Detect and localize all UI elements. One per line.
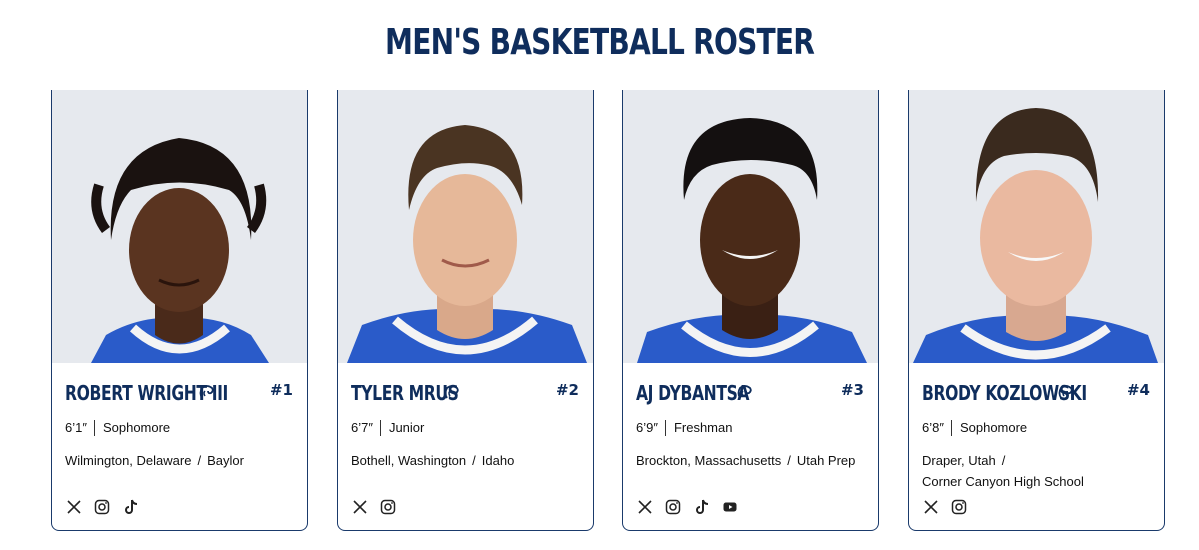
player-height: 6’1″ (65, 420, 87, 435)
nil-icon[interactable] (1057, 384, 1075, 402)
player-class: Freshman (673, 420, 733, 435)
player-hometown: Wilmington, Delaware (65, 453, 192, 468)
x-icon[interactable] (636, 498, 654, 516)
tiktok-icon[interactable] (122, 498, 140, 516)
social-links (65, 498, 146, 516)
instagram-icon[interactable] (664, 498, 682, 516)
player-origin: Draper, Utah / Corner Canyon High School (922, 453, 1084, 489)
player-card[interactable]: AJ DYBANTSA #3 6’9″ Freshman Brockton, Ma… (622, 90, 879, 531)
player-photo[interactable] (52, 90, 307, 363)
instagram-icon[interactable] (93, 498, 111, 516)
jersey-number: #4 (1126, 381, 1150, 399)
tiktok-icon[interactable] (693, 498, 711, 516)
jersey-number: #2 (555, 381, 579, 399)
player-origin: Wilmington, Delaware / Baylor (65, 453, 244, 468)
jersey-number: #3 (840, 381, 864, 399)
nil-icon[interactable] (443, 384, 461, 402)
player-meta: 6’7″ Junior (351, 419, 425, 437)
player-hometown: Brockton, Massachusetts (636, 453, 782, 468)
divider (93, 419, 95, 436)
nil-icon[interactable] (198, 384, 216, 402)
instagram-icon[interactable] (379, 498, 397, 516)
player-card[interactable]: TYLER MRUS #2 6’7″ Junior Bothell, Washin… (337, 90, 594, 531)
player-meta: 6’1″ Sophomore (65, 419, 171, 437)
player-previous-school: Idaho (481, 453, 515, 468)
divider (664, 419, 666, 436)
page-title: MEN'S BASKETBALL ROSTER (385, 22, 815, 63)
player-origin: Brockton, Massachusetts / Utah Prep (636, 453, 856, 468)
player-class: Junior (388, 420, 425, 435)
instagram-icon[interactable] (950, 498, 968, 516)
player-meta: 6’8″ Sophomore (922, 419, 1028, 437)
player-class: Sophomore (959, 420, 1028, 435)
player-photo[interactable] (338, 90, 593, 363)
youtube-icon[interactable] (721, 498, 739, 516)
player-class: Sophomore (102, 420, 171, 435)
player-height: 6’7″ (351, 420, 373, 435)
player-hometown: Draper, Utah (922, 453, 996, 468)
player-previous-school: Utah Prep (796, 453, 856, 468)
player-meta: 6’9″ Freshman (636, 419, 733, 437)
player-hometown: Bothell, Washington (351, 453, 467, 468)
player-name[interactable]: AJ DYBANTSA (636, 381, 749, 405)
player-origin: Bothell, Washington / Idaho (351, 453, 515, 468)
social-links (351, 498, 403, 516)
jersey-number: #1 (269, 381, 293, 399)
player-photo[interactable] (623, 90, 878, 363)
x-icon[interactable] (65, 498, 83, 516)
player-previous-school: Corner Canyon High School (922, 474, 1084, 489)
player-card[interactable]: BRODY KOZLOWSKI #4 6’8″ Sophomore Draper,… (908, 90, 1165, 531)
social-links (922, 498, 974, 516)
nil-icon[interactable] (736, 384, 754, 402)
divider (379, 419, 381, 436)
x-icon[interactable] (922, 498, 940, 516)
player-card[interactable]: ROBERT WRIGHT III #1 6’1″ Sophomore Wilmi… (51, 90, 308, 531)
player-photo[interactable] (909, 90, 1164, 363)
player-previous-school: Baylor (207, 453, 244, 468)
player-height: 6’8″ (922, 420, 944, 435)
x-icon[interactable] (351, 498, 369, 516)
social-links (636, 498, 745, 516)
player-height: 6’9″ (636, 420, 658, 435)
divider (950, 419, 952, 436)
